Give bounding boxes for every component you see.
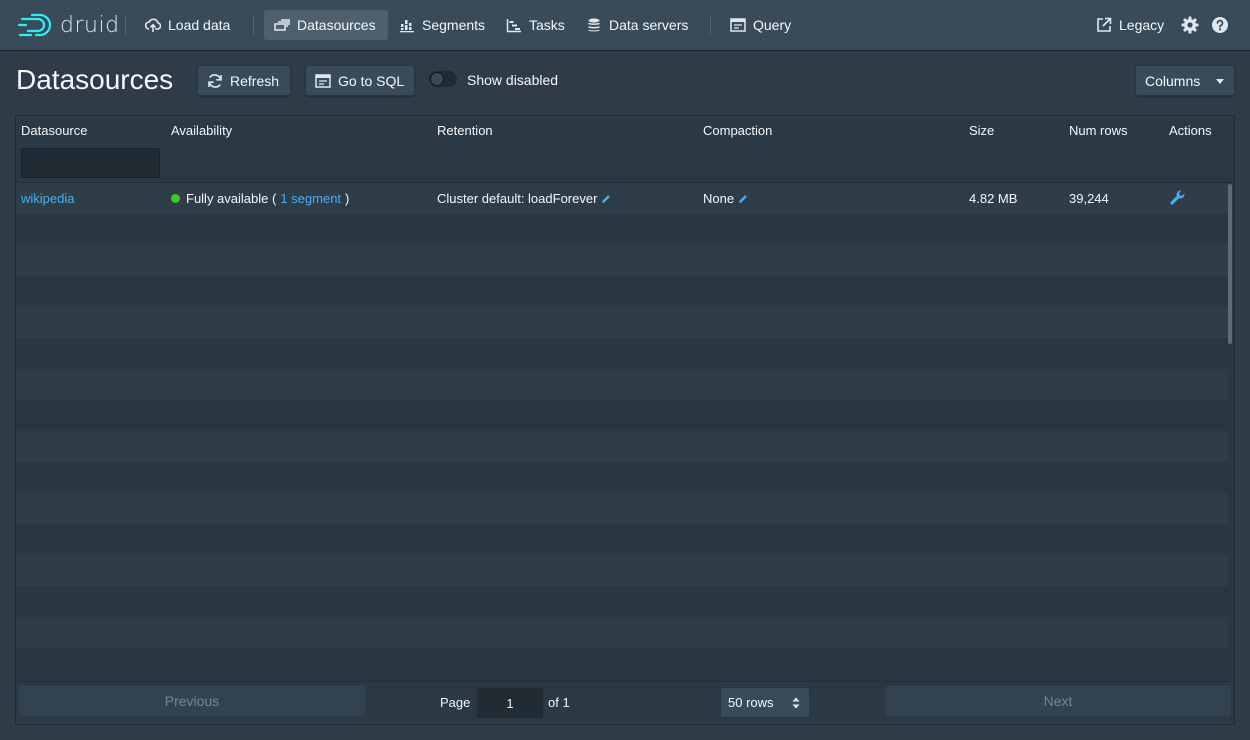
settings-button[interactable] [1180, 15, 1200, 35]
table-row [16, 524, 1228, 555]
table-header: Datasource Availability Retention Compac… [16, 116, 1234, 144]
top-navbar: druid Load data Datasources Segments Tas… [0, 0, 1250, 50]
pagination-bar: Previous Page 1 of 1 50 rows Next [16, 681, 1234, 724]
refresh-button-label: Refresh [230, 72, 280, 89]
toggle-knob [431, 73, 443, 85]
help-button[interactable] [1210, 15, 1230, 35]
nav-datasources-label: Datasources [297, 17, 376, 33]
go-to-sql-button[interactable]: Go to SQL [305, 65, 415, 96]
num-rows-cell: 39,244 [1069, 191, 1109, 206]
nav-tasks-label: Tasks [529, 17, 565, 33]
nav-data-servers[interactable]: Data servers [576, 10, 698, 40]
edit-icon[interactable] [738, 194, 748, 204]
column-header-size[interactable]: Size [969, 123, 994, 138]
page-total-label: of 1 [548, 695, 570, 710]
status-dot-icon [171, 194, 180, 203]
retention-value: Cluster default: loadForever [437, 191, 598, 206]
next-page-button[interactable]: Next [885, 686, 1231, 716]
share-icon [1097, 17, 1112, 32]
wrench-icon[interactable] [1169, 189, 1186, 206]
refresh-icon [208, 73, 222, 88]
nav-tasks[interactable]: Tasks [496, 10, 575, 40]
page-label: Page [440, 695, 471, 710]
availability-prefix: Fully available ( [186, 191, 277, 206]
datasources-table: Datasource Availability Retention Compac… [15, 115, 1235, 725]
table-row [16, 617, 1228, 648]
columns-button-label: Columns [1145, 72, 1201, 89]
stacked-chart-icon [400, 20, 414, 33]
nav-legacy-label: Legacy [1119, 17, 1165, 33]
table-row [16, 338, 1228, 369]
edit-icon[interactable] [601, 194, 611, 204]
datasource-filter-input[interactable] [21, 148, 160, 178]
page-number-input[interactable]: 1 [477, 688, 543, 718]
nav-datasources[interactable]: Datasources [264, 10, 388, 40]
table-row [16, 214, 1228, 245]
table-row [16, 462, 1228, 493]
table-row [16, 493, 1228, 524]
brand-name: druid [60, 12, 120, 38]
refresh-button[interactable]: Refresh [197, 65, 291, 96]
availability-suffix: ) [345, 191, 350, 206]
nav-segments[interactable]: Segments [389, 10, 495, 40]
cloud-upload-icon [145, 18, 161, 32]
availability-cell: Fully available (1 segment) [171, 191, 349, 206]
nav-data-servers-label: Data servers [609, 17, 689, 33]
gantt-chart-icon [506, 19, 521, 33]
column-header-num-rows[interactable]: Num rows [1069, 123, 1128, 138]
table-row [16, 586, 1228, 617]
table-row [16, 648, 1228, 679]
nav-load-data[interactable]: Load data [135, 10, 240, 40]
go-to-sql-label: Go to SQL [338, 72, 405, 89]
compaction-value: None [703, 191, 735, 206]
show-disabled-label: Show disabled [467, 72, 559, 88]
column-header-compaction[interactable]: Compaction [703, 123, 772, 138]
druid-logo-icon [18, 13, 52, 37]
caret-down-icon [1216, 78, 1224, 84]
nav-divider [253, 15, 254, 35]
datasource-link[interactable]: wikipedia [21, 191, 74, 206]
table-row [16, 431, 1228, 462]
rows-per-page-select[interactable]: 50 rows [720, 687, 810, 718]
actions-cell [1169, 189, 1186, 206]
table-body: wikipedia Fully available (1 segment) Cl… [16, 183, 1234, 681]
table-scrollbar[interactable] [1228, 184, 1232, 344]
table-row [16, 307, 1228, 338]
nav-load-data-label: Load data [168, 17, 231, 33]
druid-logo[interactable]: druid [18, 12, 120, 38]
previous-page-button[interactable]: Previous [19, 686, 365, 716]
nav-divider [710, 15, 711, 35]
cog-icon [1181, 16, 1199, 34]
nav-query[interactable]: Query [720, 10, 801, 40]
table-row [16, 245, 1228, 276]
application-icon [315, 73, 331, 88]
table-row: wikipedia Fully available (1 segment) Cl… [16, 183, 1228, 214]
column-header-availability[interactable]: Availability [171, 123, 232, 138]
show-disabled-toggle[interactable] [429, 71, 457, 87]
nav-divider [125, 15, 126, 35]
retention-cell: Cluster default: loadForever [437, 191, 611, 206]
column-header-datasource[interactable]: Datasource [21, 123, 87, 138]
multi-select-icon [274, 19, 290, 31]
nav-segments-label: Segments [422, 17, 486, 33]
compaction-cell: None [703, 191, 748, 206]
rows-per-page-value: 50 rows [728, 695, 774, 710]
nav-query-label: Query [753, 17, 792, 33]
column-header-actions: Actions [1169, 123, 1212, 138]
page-title: Datasources [16, 64, 174, 95]
database-icon [588, 18, 600, 32]
table-row [16, 400, 1228, 431]
table-row [16, 555, 1228, 586]
column-header-retention[interactable]: Retention [437, 123, 493, 138]
help-icon [1212, 17, 1228, 33]
size-cell: 4.82 MB [969, 191, 1018, 206]
double-caret-icon [792, 697, 800, 709]
table-row [16, 369, 1228, 400]
columns-button[interactable]: Columns [1135, 65, 1235, 96]
filter-row [16, 144, 1234, 183]
table-row [16, 276, 1228, 307]
segments-link[interactable]: 1 segment [280, 191, 341, 206]
application-icon [730, 18, 746, 32]
nav-legacy[interactable]: Legacy [1086, 10, 1174, 40]
